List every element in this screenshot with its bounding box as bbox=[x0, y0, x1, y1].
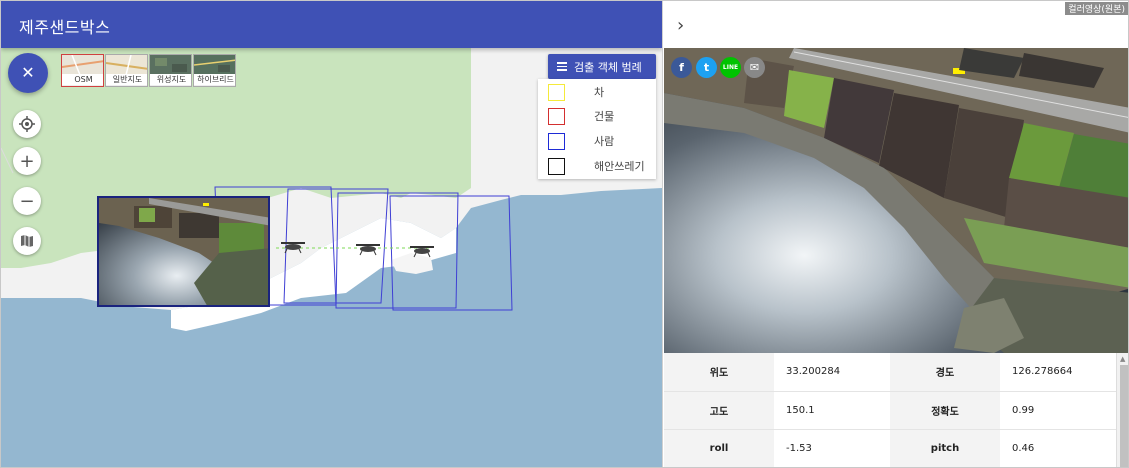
drone-photo[interactable] bbox=[664, 48, 1128, 353]
map-type-button[interactable] bbox=[13, 227, 41, 255]
app-window: 제주샌드박스 ✕ + − OSM 일반지도 위성지도 하이브리드 검출 객체 범… bbox=[0, 0, 1129, 468]
value-longitude: 126.278664 bbox=[1000, 353, 1116, 392]
layer-satellite-button[interactable]: 위성지도 bbox=[149, 54, 192, 87]
close-panel-button[interactable]: ✕ bbox=[8, 53, 48, 93]
map-pane: 제주샌드박스 ✕ + − OSM 일반지도 위성지도 하이브리드 검출 객체 범… bbox=[1, 1, 662, 467]
value-latitude: 33.200284 bbox=[774, 353, 890, 392]
value-altitude: 150.1 bbox=[774, 391, 890, 430]
collapse-panel-button[interactable]: › bbox=[677, 15, 684, 36]
legend-item-person: 사람 bbox=[548, 132, 614, 150]
legend-swatch bbox=[548, 132, 565, 150]
layer-thumbnail bbox=[194, 55, 235, 75]
twitter-share-button[interactable]: t bbox=[696, 57, 717, 78]
line-icon: LINE bbox=[722, 64, 739, 71]
drone-photo-image bbox=[664, 48, 1128, 353]
legend-button-label: 검출 객체 범례 bbox=[574, 60, 642, 74]
facebook-share-button[interactable]: f bbox=[671, 57, 692, 78]
scrollbar-thumb[interactable] bbox=[1120, 365, 1128, 467]
locate-button[interactable] bbox=[13, 110, 41, 138]
facebook-icon: f bbox=[679, 61, 684, 74]
map-icon bbox=[21, 235, 33, 247]
layer-osm-button[interactable]: OSM bbox=[61, 54, 104, 87]
layer-label: 위성지도 bbox=[150, 74, 191, 85]
drone-icon[interactable] bbox=[356, 244, 380, 256]
layer-label: OSM bbox=[62, 74, 103, 85]
layer-label: 하이브리드 bbox=[194, 74, 235, 85]
photo-type-label: 컬러영상(원본) bbox=[1065, 2, 1128, 15]
label-latitude: 위도 bbox=[664, 353, 774, 392]
table-row: 위도 33.200284 경도 126.278664 bbox=[664, 353, 1116, 392]
app-bar: 제주샌드박스 bbox=[1, 1, 662, 48]
zoom-in-icon: + bbox=[19, 150, 35, 172]
legend-item-building: 건물 bbox=[548, 107, 614, 125]
value-roll: -1.53 bbox=[774, 429, 890, 467]
footprint-outline[interactable] bbox=[335, 192, 459, 309]
value-pitch: 0.46 bbox=[1000, 429, 1116, 467]
legend-label: 차 bbox=[594, 86, 605, 99]
zoom-out-icon: − bbox=[19, 190, 35, 212]
legend-label: 사람 bbox=[594, 135, 615, 148]
legend-swatch bbox=[548, 83, 565, 101]
close-icon: ✕ bbox=[21, 63, 35, 82]
scroll-up-icon[interactable]: ▲ bbox=[1120, 355, 1125, 363]
zoom-out-button[interactable]: − bbox=[13, 187, 41, 215]
zoom-in-button[interactable]: + bbox=[13, 147, 41, 175]
footprint-outline[interactable] bbox=[389, 195, 513, 311]
layer-normal-button[interactable]: 일반지도 bbox=[105, 54, 148, 87]
layer-hybrid-button[interactable]: 하이브리드 bbox=[193, 54, 236, 87]
legend-label: 건물 bbox=[594, 110, 615, 123]
layer-label: 일반지도 bbox=[106, 74, 147, 85]
label-roll: roll bbox=[664, 429, 774, 467]
email-icon: ✉ bbox=[749, 61, 760, 74]
table-row: roll -1.53 pitch 0.46 bbox=[664, 429, 1116, 467]
legend-label: 해안쓰레기 bbox=[594, 160, 645, 173]
locate-icon bbox=[19, 116, 35, 132]
detail-panel: › 컬러영상(원본) f t LINE ✉ 위도 33.200284 경도 12… bbox=[662, 1, 1128, 467]
legend-swatch bbox=[548, 157, 565, 175]
label-pitch: pitch bbox=[890, 429, 1000, 467]
email-share-button[interactable]: ✉ bbox=[744, 57, 765, 78]
line-share-button[interactable]: LINE bbox=[720, 57, 741, 78]
chevron-right-icon: › bbox=[677, 15, 685, 36]
legend-panel: 차 건물 사람 해안쓰레기 bbox=[538, 79, 656, 179]
layer-thumbnail bbox=[106, 55, 147, 75]
selected-image-overlay[interactable] bbox=[97, 196, 270, 307]
layer-thumbnail bbox=[150, 55, 191, 75]
legend-toggle-button[interactable]: 검출 객체 범례 bbox=[548, 54, 656, 79]
app-title: 제주샌드박스 bbox=[19, 18, 111, 37]
value-accuracy: 0.99 bbox=[1000, 391, 1116, 430]
layer-thumbnail bbox=[62, 55, 103, 75]
legend-item-marine-debris: 해안쓰레기 bbox=[548, 157, 645, 175]
drone-icon[interactable] bbox=[410, 246, 434, 258]
label-longitude: 경도 bbox=[890, 353, 1000, 392]
label-altitude: 고도 bbox=[664, 391, 774, 430]
label-accuracy: 정확도 bbox=[890, 391, 1000, 430]
twitter-icon: t bbox=[703, 61, 710, 74]
table-row: 고도 150.1 정확도 0.99 bbox=[664, 391, 1116, 430]
legend-item-car: 차 bbox=[548, 83, 604, 101]
table-scrollbar[interactable]: ▲ bbox=[1116, 353, 1128, 467]
list-icon bbox=[557, 60, 567, 73]
metadata-table: 위도 33.200284 경도 126.278664 고도 150.1 정확도 … bbox=[664, 353, 1116, 467]
legend-swatch bbox=[548, 107, 565, 125]
